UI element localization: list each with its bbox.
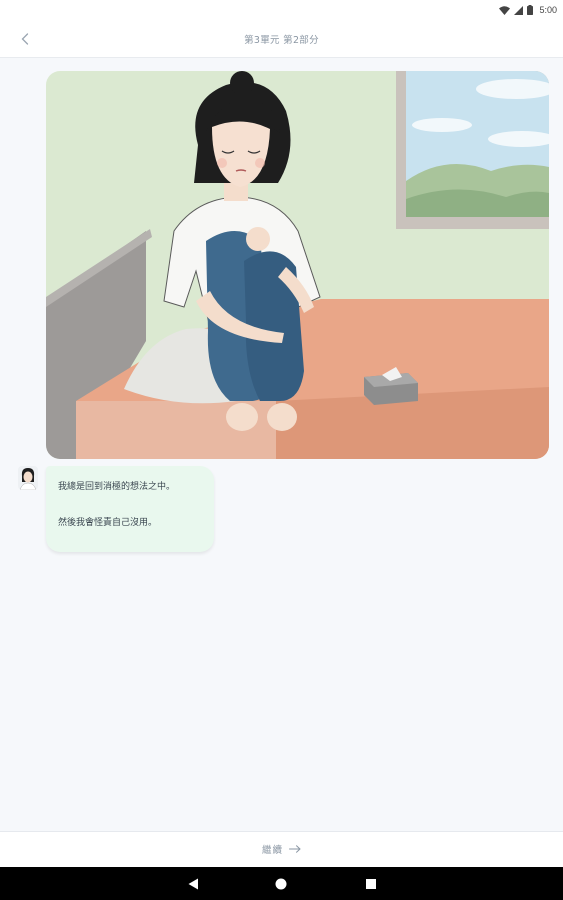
home-circle-icon <box>275 878 287 890</box>
nav-home-button[interactable] <box>272 875 290 893</box>
page-title: 第3單元 第2部分 <box>244 35 319 46</box>
status-time: 5:00 <box>539 5 557 15</box>
battery-icon <box>527 5 534 15</box>
chat-line-2: 然後我會怪責自己沒用。 <box>58 518 158 528</box>
arrow-right-icon <box>289 845 301 853</box>
chat-line-1: 我總是回到消極的想法之中。 <box>58 482 176 492</box>
status-bar: 5:00 <box>0 0 563 20</box>
chat-bubble: 我總是回到消極的想法之中。 然後我會怪責自己沒用。 <box>46 466 214 552</box>
system-navigation-bar <box>0 867 563 900</box>
nav-back-button[interactable] <box>184 875 202 893</box>
recents-square-icon <box>366 879 376 889</box>
back-triangle-icon <box>188 878 198 890</box>
footer-bar: 繼續 <box>0 831 563 867</box>
nav-recents-button[interactable] <box>362 875 380 893</box>
wifi-icon <box>499 5 511 15</box>
continue-button[interactable]: 繼續 <box>0 842 563 856</box>
woman-sitting-on-bed-illustration <box>46 71 549 459</box>
continue-label: 繼續 <box>261 845 283 856</box>
app-header: 第3單元 第2部分 <box>0 20 563 58</box>
status-icons: 5:00 <box>499 3 557 17</box>
narrator-avatar <box>18 466 38 490</box>
signal-icon <box>514 5 524 15</box>
story-illustration <box>46 71 549 459</box>
